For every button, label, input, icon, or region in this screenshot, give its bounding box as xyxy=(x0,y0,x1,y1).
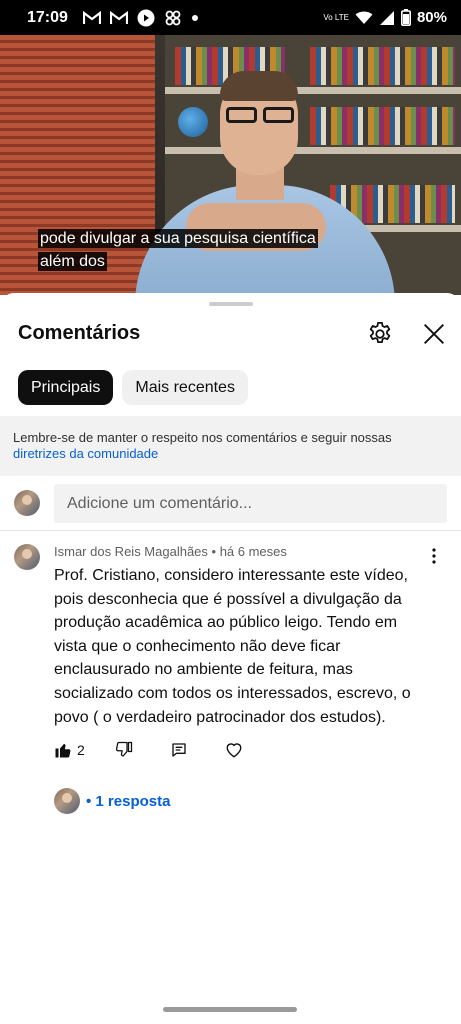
gmail-icon xyxy=(109,10,128,25)
thumbs-up-icon xyxy=(55,744,71,758)
comment-body: Prof. Cristiano, considero interessante … xyxy=(54,567,411,726)
view-replies-button[interactable]: • 1 resposta xyxy=(54,788,170,814)
gmail-icon xyxy=(82,10,101,25)
caption-line-2: além dos xyxy=(38,252,107,271)
video-player[interactable]: pode divulgar a sua pesquisa científica … xyxy=(0,35,461,295)
comment-time: há 6 meses xyxy=(219,544,287,559)
reply-author-avatar xyxy=(54,788,80,814)
video-frame-shelf xyxy=(165,87,461,94)
chip-top-comments[interactable]: Principais xyxy=(18,370,114,405)
video-frame-speaker-hair xyxy=(220,71,298,101)
sort-chips: Principais Mais recentes xyxy=(18,370,248,405)
replies-label: • 1 resposta xyxy=(86,792,171,810)
comment-author-avatar[interactable] xyxy=(14,544,40,570)
meta-separator: • xyxy=(207,544,220,559)
heart-button[interactable] xyxy=(225,738,243,762)
sheet-title: Comentários xyxy=(18,322,141,344)
comment-meta: Ismar dos Reis Magalhães • há 6 meses xyxy=(54,544,287,559)
comment-author[interactable]: Ismar dos Reis Magalhães xyxy=(54,544,208,559)
home-indicator[interactable] xyxy=(163,1007,297,1012)
video-frame-speaker-glasses xyxy=(226,107,294,123)
battery-icon xyxy=(400,9,411,26)
current-user-avatar xyxy=(14,490,40,516)
like-count: 2 xyxy=(77,742,85,758)
battery-percent: 80% xyxy=(416,9,447,26)
settings-button[interactable] xyxy=(366,320,394,348)
more-vertical-icon xyxy=(432,548,436,564)
signal-icon xyxy=(379,10,395,26)
reply-button[interactable] xyxy=(171,738,187,762)
video-frame-shelf xyxy=(165,147,461,154)
community-guidelines-link[interactable]: diretrizes da comunidade xyxy=(13,446,448,462)
status-time: 17:09 xyxy=(27,8,68,26)
video-frame-books xyxy=(310,47,455,85)
gear-icon xyxy=(369,322,391,344)
like-button[interactable]: 2 xyxy=(54,738,85,762)
pinwheel-icon xyxy=(164,9,182,27)
video-caption: pode divulgar a sua pesquisa científica … xyxy=(38,227,318,273)
video-frame-globe xyxy=(178,107,208,137)
heart-icon xyxy=(226,743,242,758)
youtube-icon xyxy=(137,9,155,27)
video-frame-books xyxy=(310,107,455,145)
close-icon xyxy=(424,324,444,344)
close-button[interactable] xyxy=(420,320,448,348)
dot-icon xyxy=(191,14,199,22)
wifi-icon xyxy=(355,10,373,25)
community-notice: Lembre-se de manter o respeito nos comen… xyxy=(0,416,461,476)
volte-icon: Vo LTE xyxy=(323,12,349,22)
status-bar: 17:09 Vo LTE 80% xyxy=(0,0,461,35)
reply-comment-icon xyxy=(172,743,186,757)
add-comment-input[interactable]: Adicione um comentário... xyxy=(54,484,447,523)
caption-line-1: pode divulgar a sua pesquisa científica xyxy=(38,229,318,248)
comment-actions: 2 xyxy=(54,738,243,762)
dislike-button[interactable] xyxy=(115,738,133,762)
thumbs-down-icon xyxy=(115,741,132,757)
sheet-drag-handle[interactable] xyxy=(209,302,253,306)
notice-text: Lembre-se de manter o respeito nos comen… xyxy=(13,430,392,445)
chip-newest[interactable]: Mais recentes xyxy=(122,370,248,405)
comment-more-button[interactable] xyxy=(424,546,444,566)
add-comment-row: Adicione um comentário... xyxy=(0,476,461,531)
comments-sheet: Comentários Principais Mais recentes Lem… xyxy=(0,293,461,1024)
